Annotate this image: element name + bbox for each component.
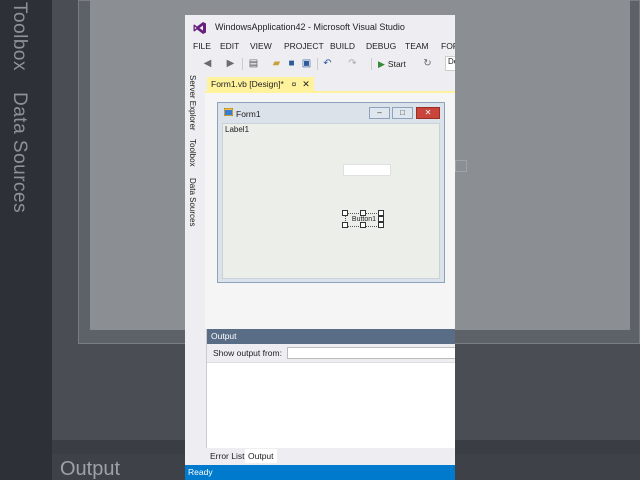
resize-handle[interactable] [342, 210, 348, 216]
document-well: Form1.vb [Design]* ¤ ✕ Form1 – □ ✕ Label1 … [205, 73, 455, 329]
form-title: Form1 [236, 109, 261, 119]
start-label: Start [387, 59, 406, 69]
menu-debug[interactable]: DEBUG [366, 41, 396, 51]
title-bar: WindowsApplication42 - Microsoft Visual … [185, 15, 455, 41]
background-handle [455, 160, 467, 172]
document-tab-form1[interactable]: Form1.vb [Design]* ¤ ✕ [207, 77, 314, 91]
form-client-area[interactable]: Label1 Button1 [222, 123, 440, 279]
menu-team[interactable]: TEAM [405, 41, 429, 51]
menu-build[interactable]: BUILD [330, 41, 355, 51]
resize-handle[interactable] [378, 222, 384, 228]
back-icon[interactable]: ◀ [202, 58, 213, 69]
redo-icon[interactable]: ↷ [347, 58, 358, 69]
save-all-icon[interactable]: ▣ [301, 58, 312, 69]
maximize-button[interactable]: □ [392, 107, 413, 119]
output-panel: Output Show output from: [206, 329, 455, 449]
bottom-tab-strip: Error List Output [205, 448, 455, 465]
visual-studio-logo-icon [193, 22, 206, 34]
toolbar-separator [242, 58, 243, 70]
background-side-strip: Toolbox Data Sources [0, 0, 52, 480]
toolbar-separator [371, 58, 372, 70]
new-project-icon[interactable]: ▤ [248, 58, 259, 69]
status-text: Ready [188, 467, 213, 477]
output-text-area[interactable] [207, 362, 455, 449]
open-folder-icon[interactable]: ▰ [271, 58, 282, 69]
label1-control[interactable]: Label1 [225, 125, 249, 134]
tab-error-list[interactable]: Error List [207, 449, 247, 463]
form-close-button[interactable]: ✕ [416, 107, 440, 119]
toolbar-separator [317, 58, 318, 70]
resize-handle[interactable] [378, 216, 384, 222]
save-icon[interactable]: ■ [286, 58, 297, 69]
menu-project[interactable]: PROJECT [284, 41, 324, 51]
pin-icon[interactable]: ¤ [292, 80, 296, 89]
refresh-icon[interactable]: ↻ [422, 58, 433, 69]
menu-file[interactable]: FILE [193, 41, 211, 51]
start-button[interactable]: ▶ Start [378, 59, 406, 70]
visual-studio-window: WindowsApplication42 - Microsoft Visual … [185, 15, 455, 480]
tab-data-sources[interactable]: Data Sources [188, 178, 197, 226]
form1-window[interactable]: Form1 – □ ✕ Label1 Button1 [217, 102, 445, 283]
output-toolbar: Show output from: [207, 344, 455, 362]
tab-server-explorer[interactable]: Server Explorer [188, 75, 197, 131]
tab-output[interactable]: Output [245, 449, 277, 463]
output-panel-title: Output [207, 329, 455, 344]
forward-icon[interactable]: ▶ [225, 58, 236, 69]
document-tab-label: Form1.vb [Design]* [211, 79, 284, 89]
toolbar: ◀ ▶ ▤ ▰ ■ ▣ ↶ ↷ ▶Start ↻ De [185, 55, 455, 73]
resize-handle[interactable] [342, 222, 348, 228]
undo-icon[interactable]: ↶ [322, 58, 333, 69]
close-icon[interactable]: ✕ [302, 79, 310, 89]
menu-bar: FILE EDIT VIEW PROJECT BUILD DEBUG TEAM … [185, 41, 455, 55]
menu-edit[interactable]: EDIT [220, 41, 239, 51]
resize-handle[interactable] [360, 222, 366, 228]
status-bar: Ready [185, 465, 455, 480]
window-title: WindowsApplication42 - Microsoft Visual … [215, 22, 405, 32]
resize-handle[interactable] [360, 210, 366, 216]
side-tab-strip: Server Explorer Toolbox Data Sources [185, 73, 204, 465]
menu-view[interactable]: VIEW [250, 41, 272, 51]
show-output-label: Show output from: [213, 348, 282, 358]
background-datasources-label: Data Sources [9, 92, 30, 214]
background-toolbox-label: Toolbox [9, 2, 30, 71]
menu-format[interactable]: FOR [441, 41, 455, 51]
textbox1-control[interactable] [343, 164, 391, 176]
play-icon: ▶ [378, 59, 385, 69]
minimize-button[interactable]: – [369, 107, 390, 119]
solution-config-dropdown[interactable]: De [445, 56, 455, 71]
tab-toolbox[interactable]: Toolbox [188, 139, 197, 167]
show-output-dropdown[interactable] [287, 347, 455, 359]
form-icon [224, 108, 233, 116]
form-designer-surface[interactable]: Form1 – □ ✕ Label1 Button1 [205, 93, 455, 329]
